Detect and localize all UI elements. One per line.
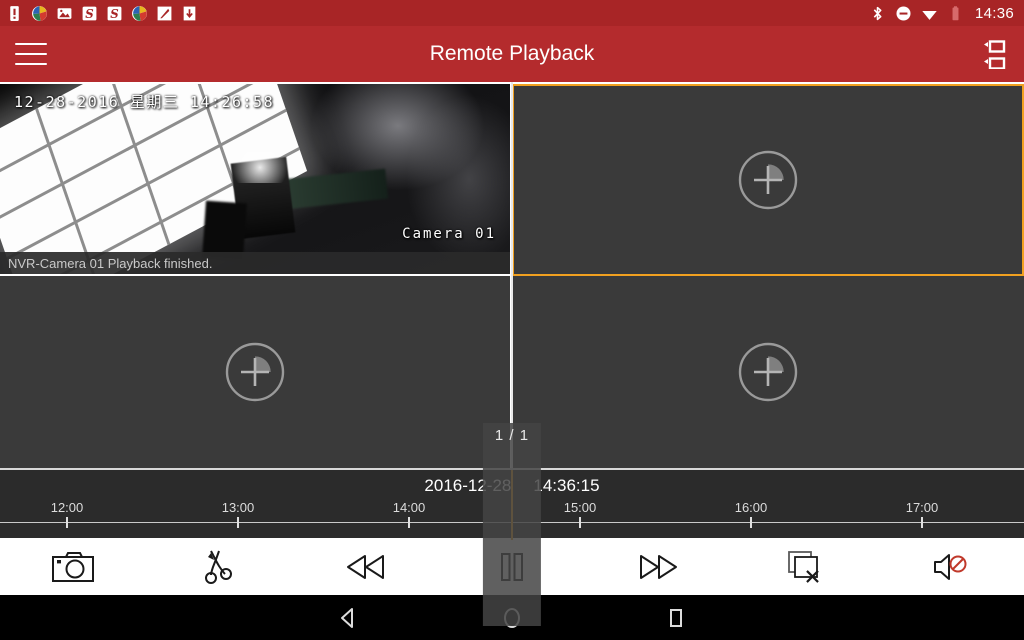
timeline-tick bbox=[66, 517, 68, 528]
clip-button[interactable] bbox=[146, 538, 292, 595]
color-wheel-icon-2 bbox=[132, 5, 147, 21]
close-window-icon bbox=[787, 550, 819, 583]
capture-snapshot-button[interactable] bbox=[0, 538, 146, 595]
status-system-icons: 14:36 bbox=[869, 5, 1024, 22]
scissors-icon bbox=[205, 550, 233, 584]
camera-icon bbox=[52, 551, 95, 582]
do-not-disturb-icon bbox=[896, 5, 911, 21]
fast-forward-icon bbox=[640, 554, 678, 579]
cell-status-message: NVR-Camera 01 Playback finished. bbox=[0, 252, 510, 274]
video-feed bbox=[0, 84, 510, 274]
timeline-tick-label: 16:00 bbox=[734, 500, 768, 515]
camera-cell-1[interactable]: 12-28-2016 星期三 14:26:58 Camera 01 NVR-Ca… bbox=[0, 84, 512, 276]
flag-icon bbox=[157, 6, 172, 20]
recents-square-icon bbox=[670, 608, 682, 627]
timeline-tick bbox=[237, 517, 239, 528]
scene-highlight bbox=[224, 152, 296, 183]
battery-alert-icon bbox=[10, 5, 19, 21]
svg-text:S: S bbox=[85, 6, 93, 20]
timeline-tick-label: 15:00 bbox=[563, 500, 597, 515]
camera-cell-2[interactable] bbox=[512, 84, 1024, 276]
system-status-bar: S S 14:36 bbox=[0, 0, 1024, 26]
screen: S S 14:36 Remote Playback 12-28-2016 星期三… bbox=[0, 0, 1024, 640]
android-recents-button[interactable] bbox=[656, 598, 696, 638]
android-back-button[interactable] bbox=[328, 598, 368, 638]
page-title: Remote Playback bbox=[429, 42, 595, 65]
timeline-tick bbox=[921, 517, 923, 528]
window-layout-icon[interactable] bbox=[982, 39, 1012, 70]
wifi-icon bbox=[922, 10, 937, 20]
timeline-tick-label: 12:00 bbox=[50, 500, 84, 515]
fast-forward-button[interactable] bbox=[585, 538, 731, 595]
speaker-mute-icon bbox=[933, 553, 967, 580]
download-icon bbox=[183, 6, 196, 20]
app-bar: Remote Playback bbox=[0, 26, 1024, 82]
add-camera-icon[interactable] bbox=[224, 341, 286, 403]
s-app-icon-2: S bbox=[107, 6, 122, 20]
svg-text:S: S bbox=[110, 6, 118, 20]
timeline-tick bbox=[408, 517, 410, 528]
timeline-tick-label: 13:00 bbox=[221, 500, 255, 515]
rewind-icon bbox=[346, 554, 384, 579]
status-notification-icons: S S bbox=[0, 5, 198, 22]
grid-center-divider bbox=[511, 82, 513, 468]
battery-icon bbox=[952, 5, 959, 20]
s-app-icon: S bbox=[82, 6, 97, 20]
osd-camera-name: Camera 01 bbox=[402, 226, 496, 242]
close-all-button[interactable] bbox=[731, 538, 877, 595]
osd-timestamp: 12-28-2016 星期三 14:26:58 bbox=[14, 93, 275, 111]
add-camera-icon[interactable] bbox=[737, 149, 799, 211]
color-wheel-icon bbox=[32, 5, 47, 21]
camera-cell-4[interactable] bbox=[512, 276, 1024, 468]
camera-cell-3[interactable] bbox=[0, 276, 512, 468]
add-camera-icon[interactable] bbox=[737, 341, 799, 403]
mute-button[interactable] bbox=[878, 538, 1024, 595]
timeline-tick bbox=[750, 517, 752, 528]
timeline-tick-label: 17:00 bbox=[905, 500, 939, 515]
bluetooth-icon bbox=[873, 6, 882, 20]
rewind-button[interactable] bbox=[293, 538, 439, 595]
image-icon bbox=[57, 7, 72, 19]
timeline-tick-label: 14:00 bbox=[392, 500, 426, 515]
timeline-tick bbox=[579, 517, 581, 528]
back-triangle-icon bbox=[341, 607, 353, 628]
page-indicator: 1 / 1 bbox=[482, 423, 542, 626]
status-clock: 14:36 bbox=[974, 4, 1014, 22]
